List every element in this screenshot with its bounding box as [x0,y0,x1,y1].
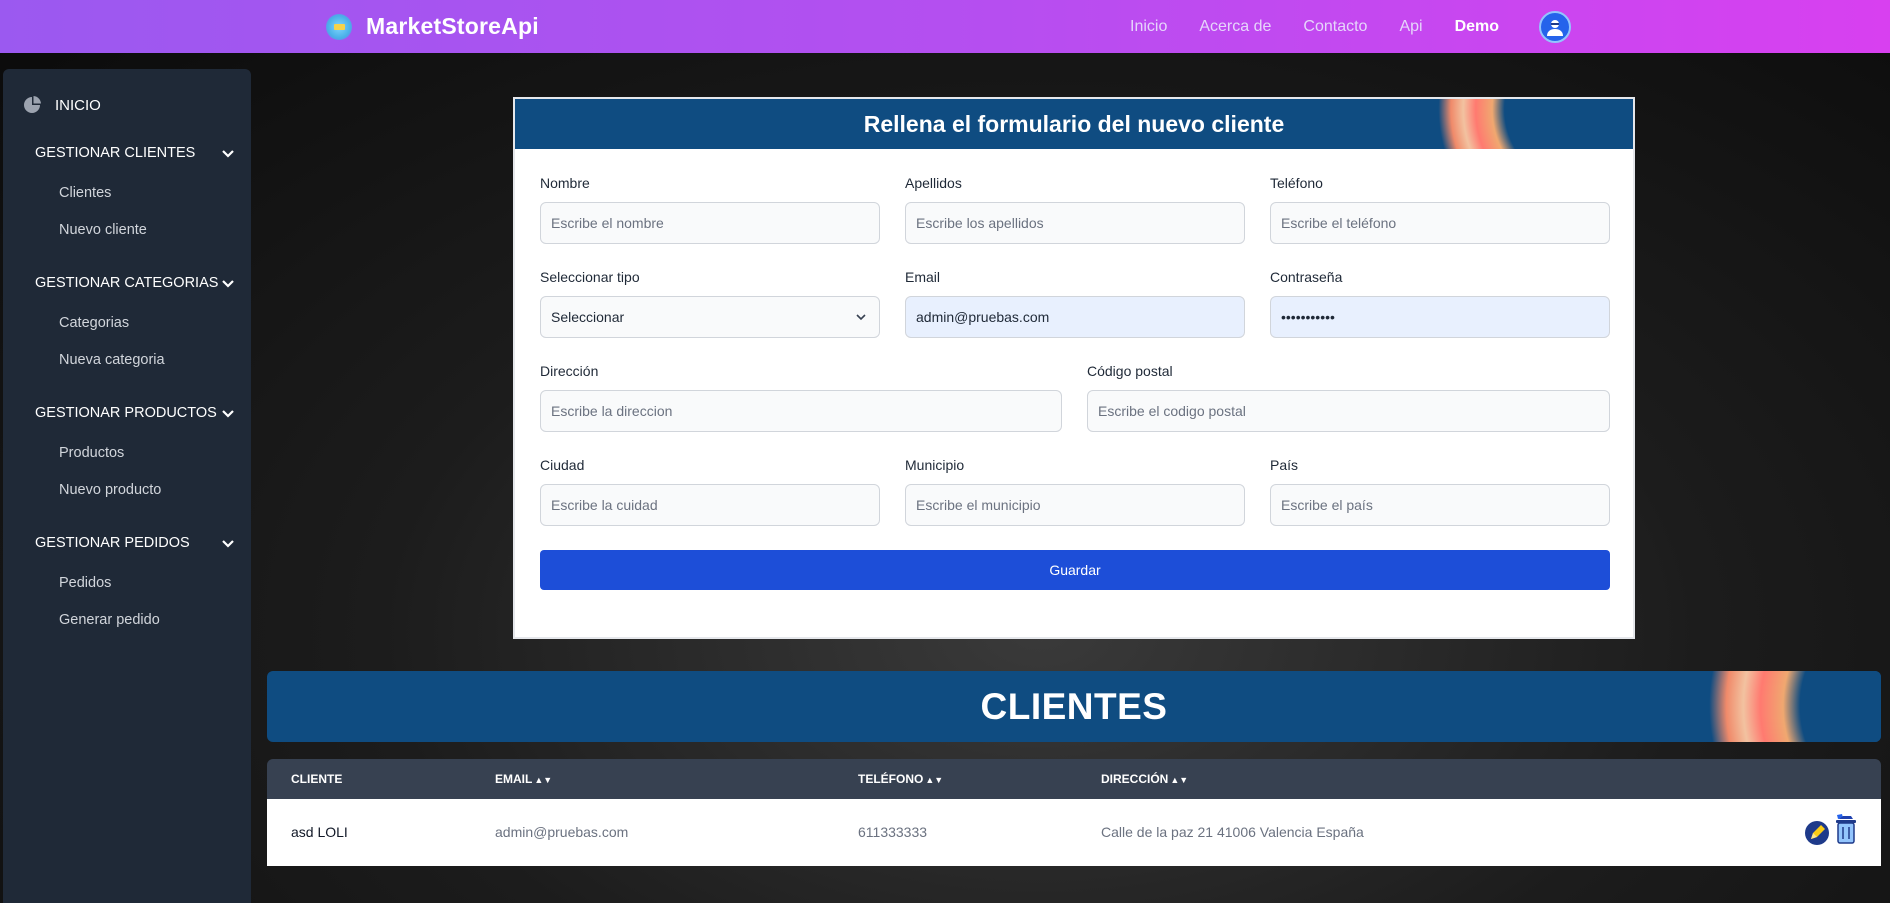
sidebar-section-title: GESTIONAR PRODUCTOS [35,405,217,421]
direccion-label: Dirección [540,363,599,379]
sidebar-section-categorias: GESTIONAR CATEGORIAS Categorias Nueva ca… [35,273,235,379]
pie-chart-icon [24,96,41,113]
sidebar-item-inicio[interactable]: INICIO [23,96,101,114]
nav-link-demo[interactable]: Demo [1455,18,1499,36]
brand[interactable]: MarketStoreApi [326,0,539,53]
apellidos-input[interactable]: Escribe los apellidos [905,202,1245,244]
tipo-select[interactable]: Seleccionar [540,296,880,338]
nombre-input[interactable]: Escribe el nombre [540,202,880,244]
store-logo-icon [326,13,352,40]
chevron-down-icon [222,150,234,158]
telefono-input[interactable]: Escribe el teléfono [1270,202,1610,244]
clients-title: CLIENTES [980,685,1168,727]
sort-icon[interactable]: ▲▼ [534,775,552,785]
clients-table-header: CLIENTE EMAIL ▲▼ TELÉFONO ▲▼ DIRECCIÓN ▲▼ [267,759,1881,799]
column-header-direccion[interactable]: DIRECCIÓN ▲▼ [1101,759,1188,799]
email-input[interactable]: admin@pruebas.com [905,296,1245,338]
tipo-label: Seleccionar tipo [540,269,640,285]
sidebar-section-toggle[interactable]: GESTIONAR PRODUCTOS [35,403,235,423]
form-header: Rellena el formulario del nuevo cliente [515,99,1633,149]
clients-banner: CLIENTES [267,671,1881,742]
nav-link-contacto[interactable]: Contacto [1303,18,1367,36]
chevron-down-icon [222,410,234,418]
sidebar-section-toggle[interactable]: GESTIONAR CLIENTES [35,143,235,163]
nav-link-inicio[interactable]: Inicio [1130,18,1167,36]
column-header-cliente: CLIENTE [291,772,343,786]
sidebar-item-pedidos[interactable]: Pedidos [59,565,235,602]
sidebar-item-categorias[interactable]: Categorias [59,305,235,342]
new-client-form: Rellena el formulario del nuevo cliente … [513,97,1635,639]
sidebar-item-nueva-categoria[interactable]: Nueva categoria [59,342,235,379]
sidebar-section-clientes: GESTIONAR CLIENTES Clientes Nuevo client… [35,143,235,249]
sort-icon[interactable]: ▲▼ [925,775,943,785]
ciudad-label: Ciudad [540,457,585,473]
sidebar-section-title: GESTIONAR PEDIDOS [35,535,190,551]
direccion-input[interactable]: Escribe la direccion [540,390,1062,432]
cell-email: admin@pruebas.com [495,824,629,840]
edit-icon[interactable] [1804,820,1830,846]
pais-input[interactable]: Escribe el país [1270,484,1610,526]
codigo-postal-label: Código postal [1087,363,1173,379]
nav-link-api[interactable]: Api [1399,18,1422,36]
email-label: Email [905,269,941,285]
sidebar-item-generar-pedido[interactable]: Generar pedido [59,602,235,639]
save-button[interactable]: Guardar [540,550,1610,590]
sidebar-item-productos[interactable]: Productos [59,435,235,472]
nav-links: Inicio Acerca de Contacto Api Demo [1130,0,1531,53]
decorative-swirl [1677,671,1881,742]
column-header-email[interactable]: EMAIL ▲▼ [495,759,552,799]
form-title: Rellena el formulario del nuevo cliente [863,110,1285,137]
column-header-telefono[interactable]: TELÉFONO ▲▼ [858,759,943,799]
sidebar-section-pedidos: GESTIONAR PEDIDOS Pedidos Generar pedido [35,533,235,639]
codigo-postal-input[interactable]: Escribe el codigo postal [1087,390,1610,432]
telefono-label: Teléfono [1270,175,1323,191]
sidebar: INICIO GESTIONAR CLIENTES Clientes Nuevo… [3,69,251,903]
trash-icon[interactable] [1834,813,1858,845]
cell-cliente: asd LOLI [291,824,348,840]
sidebar-section-productos: GESTIONAR PRODUCTOS Productos Nuevo prod… [35,403,235,509]
nombre-label: Nombre [540,175,590,191]
cell-telefono: 611333333 [858,824,928,840]
decorative-swirl [1415,99,1633,149]
sort-icon[interactable]: ▲▼ [1170,775,1188,785]
pais-label: País [1270,457,1299,473]
sidebar-section-toggle[interactable]: GESTIONAR PEDIDOS [35,533,235,553]
chevron-down-icon [222,280,234,288]
sidebar-section-title: GESTIONAR CLIENTES [35,145,196,161]
sidebar-item-nuevo-cliente[interactable]: Nuevo cliente [59,212,235,249]
municipio-input[interactable]: Escribe el municipio [905,484,1245,526]
sidebar-home-label: INICIO [55,96,101,114]
top-navbar: MarketStoreApi Inicio Acerca de Contacto… [0,0,1890,53]
sidebar-item-clientes[interactable]: Clientes [59,175,235,212]
ciudad-input[interactable]: Escribe la cuidad [540,484,880,526]
sidebar-item-nuevo-producto[interactable]: Nuevo producto [59,472,235,509]
table-row: asd LOLI admin@pruebas.com 611333333 Cal… [267,799,1881,866]
sidebar-section-toggle[interactable]: GESTIONAR CATEGORIAS [35,273,235,293]
cell-direccion: Calle de la paz 21 41006 Valencia España [1101,824,1364,840]
municipio-label: Municipio [905,457,965,473]
password-label: Contraseña [1270,269,1343,285]
chevron-down-icon [856,314,866,321]
nav-link-acerca[interactable]: Acerca de [1199,18,1271,36]
tipo-select-value: Seleccionar [551,309,625,325]
apellidos-label: Apellidos [905,175,962,191]
brand-name[interactable]: MarketStoreApi [366,13,539,40]
sidebar-section-title: GESTIONAR CATEGORIAS [35,275,219,291]
chevron-down-icon [222,540,234,548]
user-avatar-icon[interactable] [1539,11,1571,43]
password-input[interactable]: ••••••••••• [1270,296,1610,338]
